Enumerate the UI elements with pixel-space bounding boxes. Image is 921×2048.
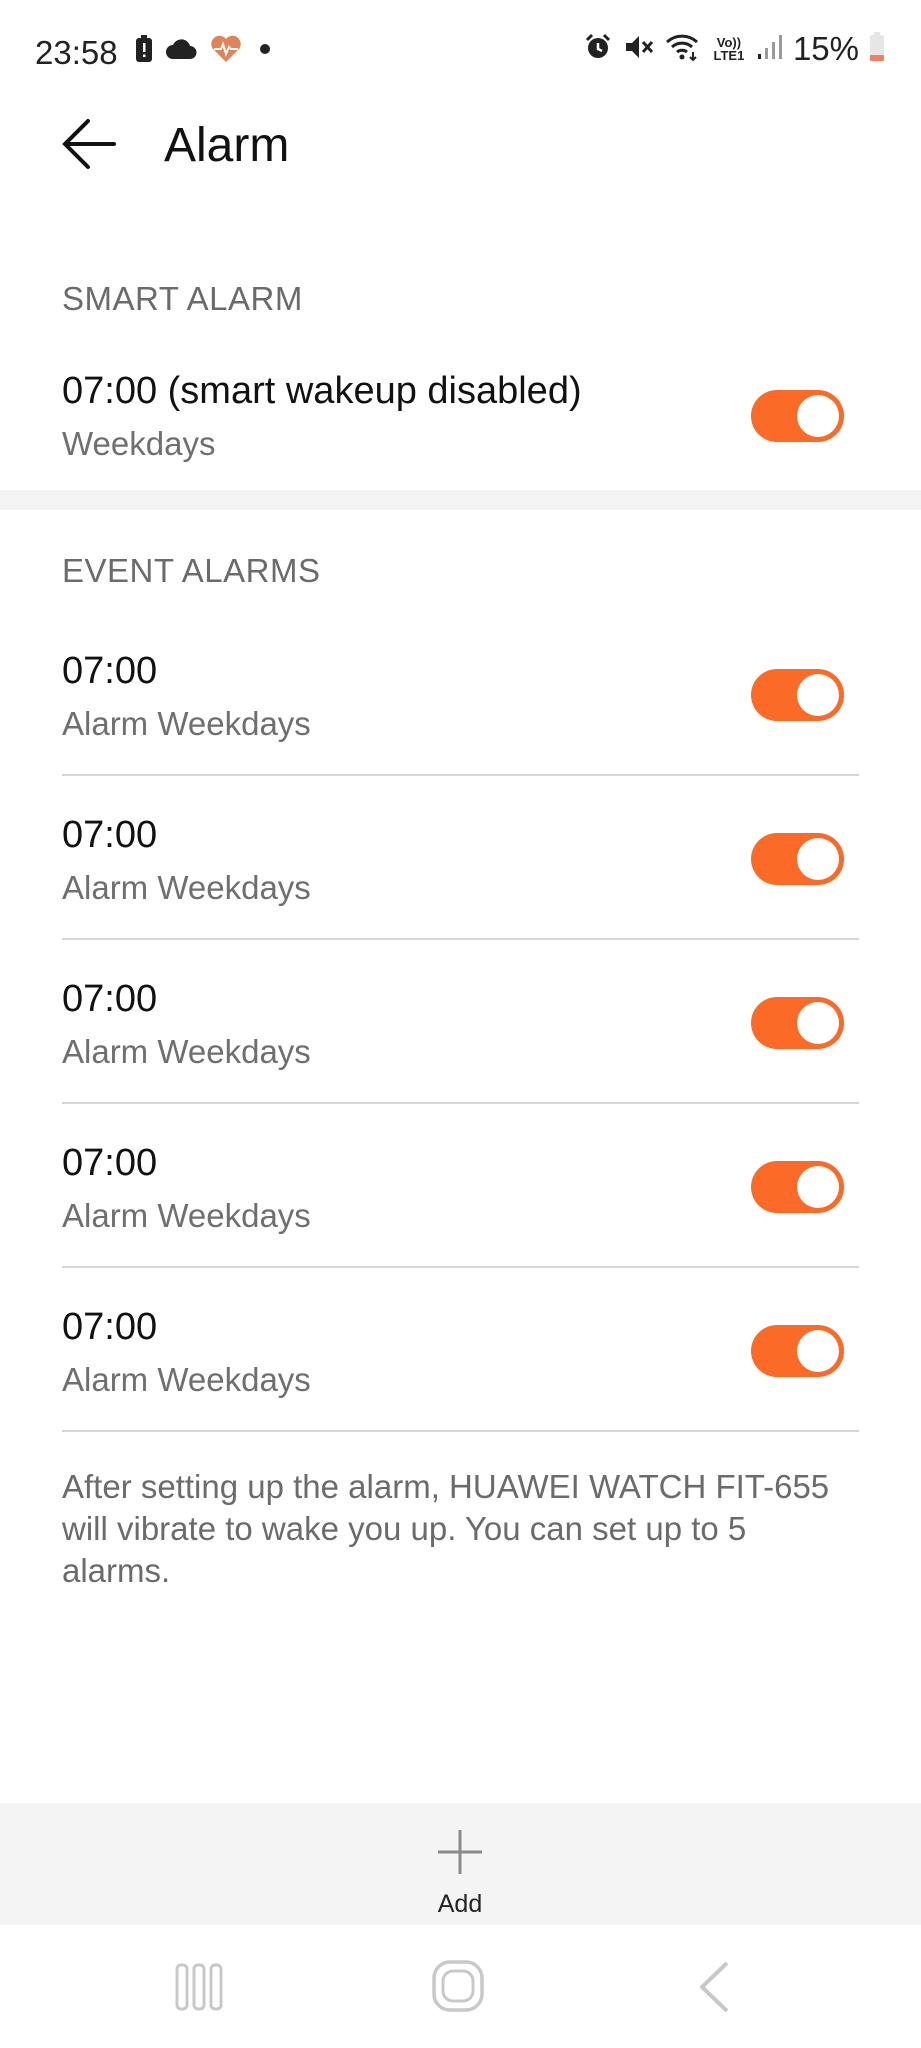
event-alarms-section-title: EVENT ALARMS [62, 552, 321, 589]
event-alarm-toggle[interactable] [751, 833, 844, 885]
plus-icon [438, 1830, 482, 1874]
event-alarm-item[interactable]: 07:00 Alarm Weekdays [62, 1304, 859, 1404]
battery-icon [869, 31, 885, 67]
volte-icon: Vo)) LTE1 [713, 35, 745, 63]
toggle-knob [797, 838, 839, 880]
event-alarm-toggle[interactable] [751, 669, 844, 721]
home-icon [432, 1960, 484, 2012]
event-alarm-item[interactable]: 07:00 Alarm Weekdays [62, 976, 859, 1076]
event-alarm-item[interactable]: 07:00 Alarm Weekdays [62, 812, 859, 912]
back-icon [700, 1961, 729, 2013]
smart-alarm-item[interactable]: 07:00 (smart wakeup disabled) Weekdays [62, 368, 859, 468]
alarm-time: 07:00 [62, 1306, 158, 1348]
wifi-icon [665, 32, 701, 67]
back-nav-button[interactable] [680, 1955, 750, 2019]
alarm-icon [583, 32, 613, 67]
toggle-knob [797, 1166, 839, 1208]
signal-icon [757, 33, 783, 66]
toggle-knob [797, 1002, 839, 1044]
arrow-left-icon [62, 119, 116, 169]
alarm-time: 07:00 [62, 814, 158, 856]
status-bar: 23:58 Vo)) LTE1 15% [0, 0, 921, 104]
back-button[interactable] [58, 112, 122, 176]
add-alarm-button[interactable]: Add [410, 1820, 510, 1920]
alarm-time: 07:00 (smart wakeup disabled) [62, 370, 582, 412]
status-time: 23:58 [35, 34, 118, 71]
alarm-repeat: Weekdays [62, 425, 216, 462]
smart-alarm-toggle[interactable] [751, 390, 844, 442]
add-label: Add [437, 1890, 483, 1918]
recent-apps-icon [175, 1963, 223, 2011]
divider [62, 774, 859, 776]
battery-alert-icon [135, 35, 153, 68]
cloud-icon [165, 38, 197, 65]
divider [62, 1102, 859, 1104]
event-alarm-toggle[interactable] [751, 1325, 844, 1377]
alarm-label: Alarm Weekdays [62, 869, 311, 906]
alarm-label: Alarm Weekdays [62, 705, 311, 742]
toggle-knob [797, 1330, 839, 1372]
divider [62, 1266, 859, 1268]
toggle-knob [797, 395, 839, 437]
home-button[interactable] [423, 1955, 493, 2019]
alarm-label: Alarm Weekdays [62, 1033, 311, 1070]
alarm-time: 07:00 [62, 978, 158, 1020]
mute-icon [623, 32, 655, 67]
dot-icon [255, 39, 275, 64]
event-alarm-toggle[interactable] [751, 997, 844, 1049]
event-alarm-item[interactable]: 07:00 Alarm Weekdays [62, 648, 859, 748]
smart-alarm-section-title: SMART ALARM [62, 280, 303, 317]
event-alarm-item[interactable]: 07:00 Alarm Weekdays [62, 1140, 859, 1240]
battery-percent: 15% [792, 30, 859, 67]
divider [62, 938, 859, 940]
health-heart-icon [209, 34, 243, 69]
page-title: Alarm [164, 119, 290, 172]
recent-apps-button[interactable] [164, 1955, 234, 2019]
section-separator [0, 490, 921, 510]
divider [62, 1430, 859, 1432]
alarm-label: Alarm Weekdays [62, 1197, 311, 1234]
event-alarm-toggle[interactable] [751, 1161, 844, 1213]
alarm-time: 07:00 [62, 650, 158, 692]
alarm-time: 07:00 [62, 1142, 158, 1184]
toggle-knob [797, 674, 839, 716]
alarm-label: Alarm Weekdays [62, 1361, 311, 1398]
alarm-info-note: After setting up the alarm, HUAWEI WATCH… [62, 1468, 830, 1589]
